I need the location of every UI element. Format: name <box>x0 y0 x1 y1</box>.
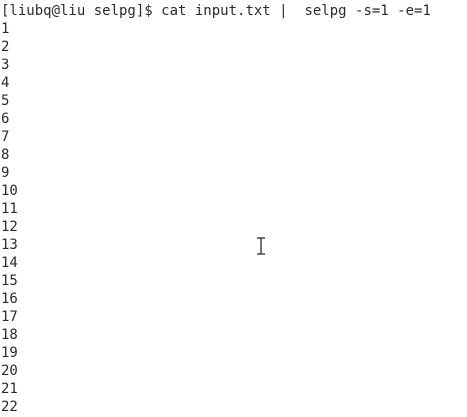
output-line: 3 <box>1 57 10 73</box>
output-line: 9 <box>1 165 10 181</box>
i-beam-cursor-icon <box>257 237 265 255</box>
shell-prompt: [liubq@liu selpg]$ <box>1 3 153 19</box>
output-line: 21 <box>1 381 18 397</box>
output-line: 14 <box>1 255 18 271</box>
output-line: 13 <box>1 237 18 253</box>
output-line: 17 <box>1 309 18 325</box>
output-line: 6 <box>1 111 10 127</box>
output-line: 12 <box>1 219 18 235</box>
output-line: 4 <box>1 75 10 91</box>
output-line: 15 <box>1 273 18 289</box>
output-line: 20 <box>1 363 18 379</box>
output-line: 22 <box>1 399 18 415</box>
output-line: 1 <box>1 21 10 37</box>
output-line: 7 <box>1 129 10 145</box>
terminal-buffer: [liubq@liu selpg]$ cat input.txt | selpg… <box>1 2 467 416</box>
output-line: 16 <box>1 291 18 307</box>
command-output: 1 2 3 4 5 6 7 8 9 10 11 12 13 14 15 16 17 18 19 20 21 22 <box>1 20 467 416</box>
command-line: [liubq@liu selpg]$ cat input.txt | selpg… <box>1 2 467 20</box>
output-line: 5 <box>1 93 10 109</box>
output-line: 11 <box>1 201 18 217</box>
command-text: cat input.txt | selpg -s=1 -e=1 <box>161 3 431 19</box>
output-line: 10 <box>1 183 18 199</box>
output-line: 19 <box>1 345 18 361</box>
output-line: 2 <box>1 39 10 55</box>
output-line: 18 <box>1 327 18 343</box>
terminal-window[interactable]: [liubq@liu selpg]$ cat input.txt | selpg… <box>0 0 467 417</box>
output-line: 8 <box>1 147 10 163</box>
